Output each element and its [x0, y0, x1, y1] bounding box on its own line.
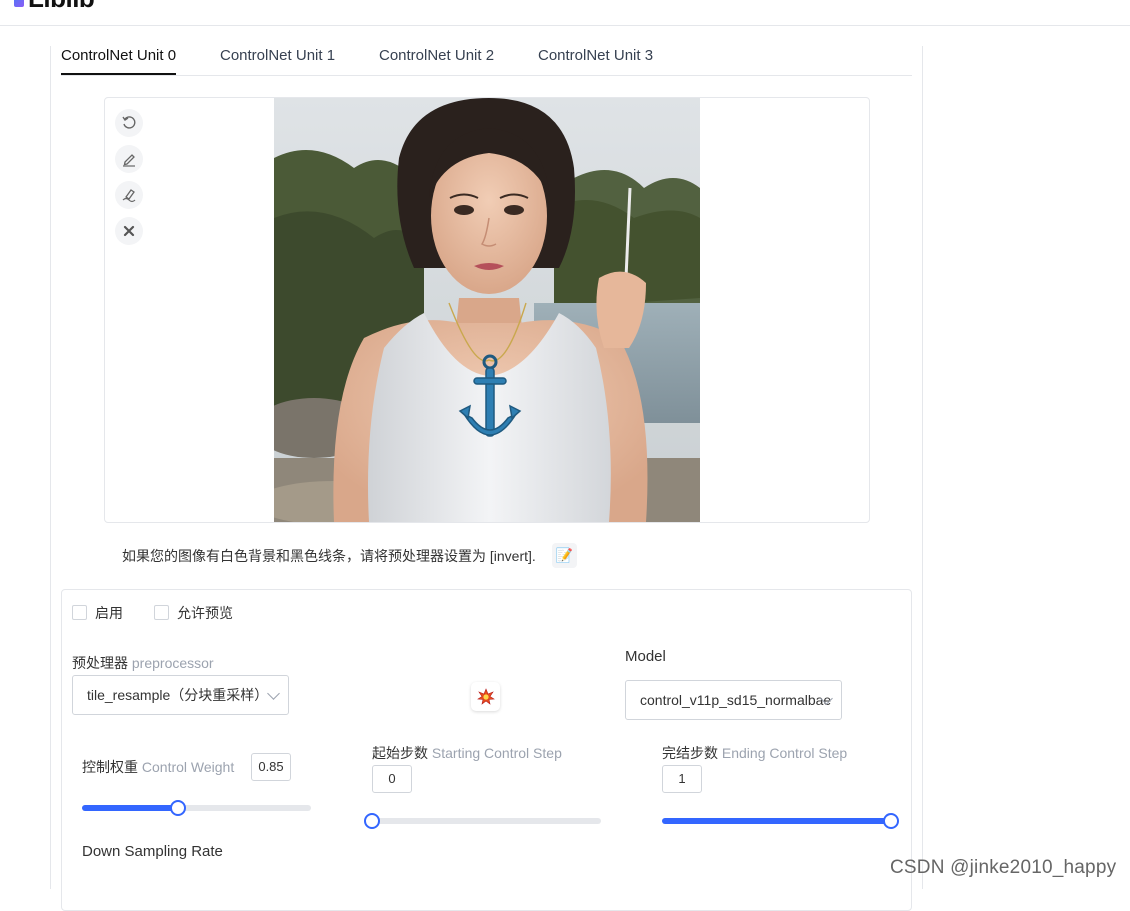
image-canvas[interactable]: [104, 97, 870, 523]
enable-checkbox[interactable]: [72, 605, 87, 620]
starting-step-input[interactable]: 0: [372, 765, 412, 793]
eraser-icon[interactable]: [115, 181, 143, 209]
explosion-icon[interactable]: [471, 682, 500, 711]
control-weight-thumb[interactable]: [170, 800, 186, 816]
tab-unit-1[interactable]: ControlNet Unit 1: [220, 44, 335, 75]
chevron-down-icon: [267, 687, 280, 700]
tab-unit-3[interactable]: ControlNet Unit 3: [538, 44, 653, 75]
starting-step-slider[interactable]: [364, 813, 601, 829]
ending-step-fill: [662, 818, 891, 824]
ending-step-label: 完结步数 Ending Control Step: [662, 745, 848, 761]
top-bar: Liblib: [0, 0, 1130, 26]
invert-hint-text: 如果您的图像有白色背景和黑色线条，请将预处理器设置为 [invert].: [122, 548, 536, 564]
control-weight-label: 控制权重 Control Weight: [82, 759, 235, 775]
undo-icon[interactable]: [115, 109, 143, 137]
down-sampling-label: Down Sampling Rate: [82, 843, 223, 860]
ending-step-slider[interactable]: [662, 813, 899, 829]
model-select[interactable]: control_v11p_sd15_normalbae: [625, 680, 842, 720]
logo[interactable]: Liblib: [14, 0, 95, 13]
control-weight-input[interactable]: 0.85: [251, 753, 291, 781]
ending-step-input[interactable]: 1: [662, 765, 702, 793]
model-label: Model: [625, 648, 666, 665]
logo-text: Liblib: [28, 0, 95, 14]
allow-preview-label: 允许预览: [177, 605, 233, 621]
close-icon[interactable]: [115, 217, 143, 245]
tab-unit-0[interactable]: ControlNet Unit 0: [61, 44, 177, 75]
preprocessor-select[interactable]: tile_resample（分块重采样）: [72, 675, 289, 715]
memo-icon[interactable]: 📝: [552, 543, 577, 568]
logo-mark: [14, 0, 24, 7]
starting-step-thumb[interactable]: [364, 813, 380, 829]
enable-label: 启用: [95, 605, 123, 621]
uploaded-photo: [274, 98, 700, 522]
model-value: control_v11p_sd15_normalbae: [640, 692, 832, 708]
starting-step-label: 起始步数 Starting Control Step: [372, 745, 562, 761]
allow-preview-checkbox[interactable]: [154, 605, 169, 620]
tab-unit-2[interactable]: ControlNet Unit 2: [379, 44, 494, 75]
preprocessor-label: 预处理器 preprocessor: [72, 655, 214, 671]
preprocessor-value: tile_resample（分块重采样）: [87, 687, 269, 703]
watermark: CSDN @jinke2010_happy: [890, 857, 1117, 878]
unit-tabs: ControlNet Unit 0 ControlNet Unit 1 Cont…: [61, 44, 912, 76]
control-weight-slider[interactable]: [82, 800, 311, 816]
ending-step-thumb[interactable]: [883, 813, 899, 829]
control-weight-fill: [82, 805, 178, 811]
brush-icon[interactable]: [115, 145, 143, 173]
